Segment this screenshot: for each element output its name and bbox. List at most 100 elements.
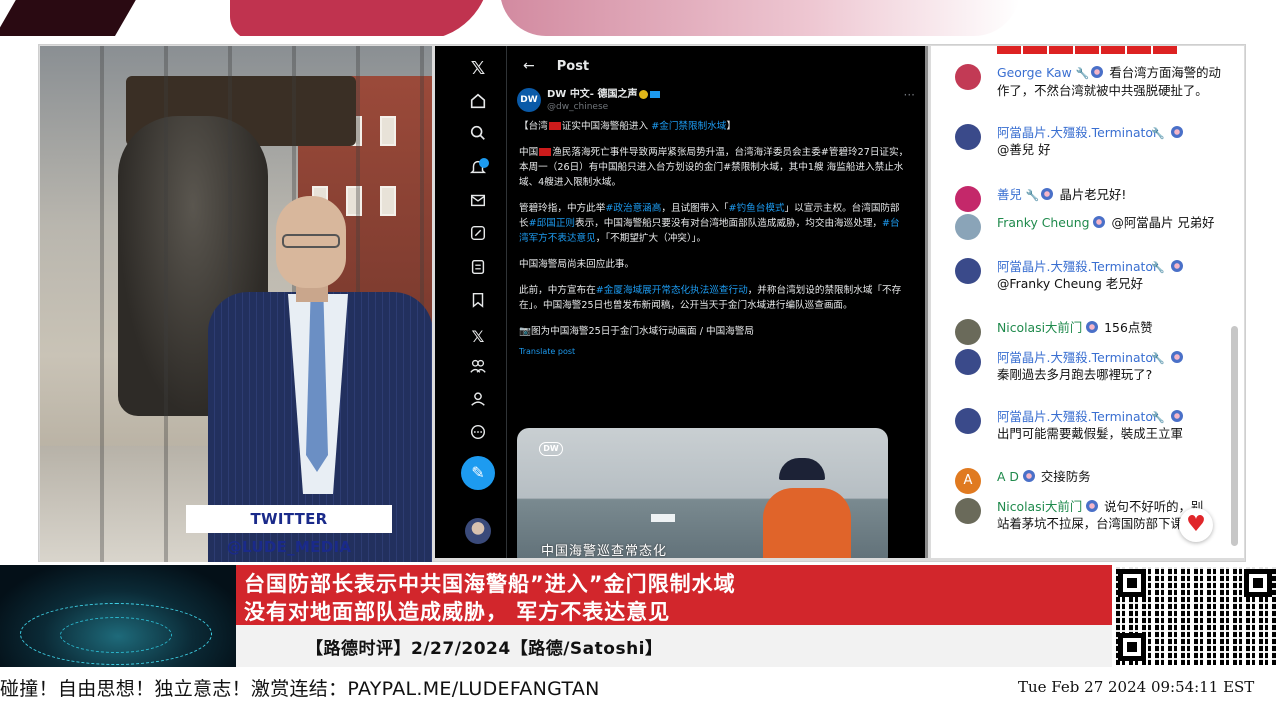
chat-text: 交接防务	[1040, 469, 1091, 484]
member-badge-icon	[1022, 470, 1035, 482]
tweet-author[interactable]: DW DW 中文- 德国之声 @dw_chinese ···	[517, 88, 915, 113]
post-title: Post	[556, 58, 590, 74]
wrench-icon: 🔧	[1151, 261, 1166, 274]
x-nav-rail: 𝕏 𝕏 ✎	[435, 46, 507, 558]
dw-logo-icon[interactable]: DW	[517, 88, 541, 112]
live-chat-panel: George Kaw 🔧 看台湾方面海警的动作了，不然台湾就被中共强脱硬扯了。 阿…	[931, 46, 1244, 558]
affiliation-icon	[650, 90, 661, 98]
chat-message: 阿當晶片.大殭殺.Terminator @善兒 好 🔧	[955, 124, 1225, 158]
hashtag-link[interactable]: #金厦海域展开常态化执法巡查行动	[596, 285, 748, 296]
avatar[interactable]	[955, 408, 981, 434]
tweet-media-image[interactable]: DW 中国海警巡查常态化	[517, 428, 888, 558]
chat-message: George Kaw 🔧 看台湾方面海警的动作了，不然台湾就被中共强脱硬扯了。	[955, 64, 1225, 99]
x-logo-icon[interactable]: 𝕏	[465, 56, 491, 82]
verified-badge-icon	[639, 89, 649, 99]
headline-line-1: 台国防部长表示中共国海警船”进入”金门限制水域	[244, 572, 736, 596]
wrench-icon: 🔧	[1075, 67, 1090, 80]
grok-icon[interactable]	[465, 224, 491, 250]
wrench-icon: 🔧	[1151, 352, 1166, 365]
chat-author[interactable]: A D	[997, 469, 1019, 484]
member-badge-icon	[1091, 66, 1104, 78]
member-badge-icon	[1041, 188, 1054, 200]
chat-author[interactable]: Nicolasi大前门	[997, 499, 1082, 514]
scrolling-ticker: 碰撞！自由思想！独立意志！激赏连结：PAYPAL.ME/LUDEFANGTAN	[0, 678, 600, 700]
profile-icon[interactable]	[465, 390, 491, 416]
tweet-panel: 𝕏 𝕏 ✎ ← Post DW DW 中文- 德国之声 @dw_chinese …	[435, 46, 928, 558]
more-options-icon[interactable]	[465, 423, 491, 449]
premium-x-icon[interactable]: 𝕏	[465, 324, 491, 350]
chat-message: 善兒 🔧 晶片老兄好!	[955, 186, 1225, 212]
post-header: ← Post	[517, 46, 915, 86]
account-avatar[interactable]	[465, 518, 491, 544]
heart-reaction-icon[interactable]: ♥	[1179, 508, 1213, 542]
taiwan-flag-icon	[548, 122, 561, 130]
avatar[interactable]	[955, 214, 981, 240]
member-badge-icon	[1171, 410, 1183, 422]
member-badge-icon	[1086, 321, 1099, 333]
chat-text: 秦剛過去多月跑去哪裡玩了?	[997, 367, 1153, 382]
program-subtitle: 【路德时评】2/27/2024【路德/Satoshi】	[306, 639, 663, 659]
avatar[interactable]	[955, 186, 981, 212]
dw-watermark-icon: DW	[539, 442, 563, 456]
communities-icon[interactable]	[465, 357, 491, 383]
avatar[interactable]: A	[955, 468, 981, 494]
chat-message: 阿當晶片.大殭殺.Terminator 出門可能需要戴假髮，裝成王立軍 🔧	[955, 408, 1225, 442]
subtitle-box: 【路德时评】2/27/2024【路德/Satoshi】	[236, 625, 1112, 667]
qr-code	[1114, 565, 1278, 667]
host-video	[40, 46, 432, 562]
china-flag-icon	[539, 148, 552, 156]
chat-author[interactable]: George Kaw	[997, 65, 1072, 80]
wrench-icon: 🔧	[1151, 127, 1166, 140]
avatar[interactable]	[955, 258, 981, 284]
post-more-icon[interactable]: ···	[904, 88, 915, 102]
chat-message: Nicolasi大前门 156点赞	[955, 319, 1225, 345]
avatar[interactable]	[955, 498, 981, 524]
chat-top-emojis	[997, 46, 1177, 54]
ship	[651, 514, 675, 522]
avatar[interactable]	[955, 64, 981, 90]
back-arrow-icon[interactable]: ←	[523, 58, 535, 74]
wrench-icon: 🔧	[1025, 189, 1040, 202]
chat-author[interactable]: 阿當晶片.大殭殺.Terminator	[997, 350, 1158, 365]
hashtag-link[interactable]: #金门禁限制水域	[651, 121, 726, 132]
chat-text: 出門可能需要戴假髮，裝成王立軍	[997, 426, 1183, 441]
author-handle[interactable]: @dw_chinese	[547, 101, 660, 113]
compose-post-button[interactable]: ✎	[461, 456, 495, 490]
headline-box: 台国防部长表示中共国海警船”进入”金门限制水域 没有对地面部队造成威胁， 军方不…	[236, 565, 1112, 625]
chat-text: @善兒 好	[997, 142, 1051, 157]
avatar[interactable]	[955, 319, 981, 345]
chat-author[interactable]: Franky Cheung	[997, 215, 1089, 230]
bookmarks-icon[interactable]	[465, 291, 491, 317]
tweet-detail: ← Post DW DW 中文- 德国之声 @dw_chinese ··· 【台…	[507, 46, 925, 558]
avatar[interactable]	[955, 349, 981, 375]
avatar[interactable]	[955, 124, 981, 150]
chat-message: 阿當晶片.大殭殺.Terminator @Franky Cheung 老兄好 🔧	[955, 258, 1225, 292]
chat-author[interactable]: 阿當晶片.大殭殺.Terminator	[997, 259, 1158, 274]
hashtag-link[interactable]: #邱国正则	[529, 218, 575, 229]
author-name[interactable]: DW 中文- 德国之声	[547, 89, 637, 100]
translate-post-link[interactable]: Translate post	[519, 344, 909, 359]
member-badge-icon	[1086, 500, 1099, 512]
chat-scrollbar[interactable]	[1231, 326, 1238, 546]
hashtag-link[interactable]: #钓鱼台模式	[729, 203, 785, 214]
chat-author[interactable]: Nicolasi大前门	[997, 320, 1082, 335]
clock-timestamp: Tue Feb 27 2024 09:54:11 EST	[1018, 678, 1255, 696]
chat-author[interactable]: 阿當晶片.大殭殺.Terminator	[997, 409, 1158, 424]
chat-text: 晶片老兄好!	[1059, 187, 1127, 202]
coast-guard-officer	[763, 458, 853, 558]
search-icon[interactable]	[465, 124, 491, 150]
messages-icon[interactable]	[465, 191, 491, 217]
hashtag-link[interactable]: #政治意涵高	[605, 203, 661, 214]
chat-message: 阿當晶片.大殭殺.Terminator 秦剛過去多月跑去哪裡玩了? 🔧	[955, 349, 1225, 383]
lists-icon[interactable]	[465, 258, 491, 284]
chat-text: 156点赞	[1104, 320, 1153, 335]
member-badge-icon	[1171, 260, 1183, 272]
chat-message: Nicolasi大前门 说句不好听的，别站着茅坑不拉屎，台湾国防部下课	[955, 498, 1205, 532]
twitter-handle-tag: TWITTER @LUDE_MEDIA	[186, 505, 392, 556]
media-caption: 中国海警巡查常态化	[541, 544, 668, 558]
chat-author[interactable]: 善兒	[997, 187, 1022, 202]
tweet-text: 【台湾 证实中国海警船进入 #金门禁限制水域】 中国 渔民落海死亡事件导致两岸紧张局…	[517, 119, 915, 359]
member-badge-icon	[1093, 216, 1106, 228]
home-icon[interactable]	[465, 92, 491, 118]
chat-author[interactable]: 阿當晶片.大殭殺.Terminator	[997, 125, 1158, 140]
